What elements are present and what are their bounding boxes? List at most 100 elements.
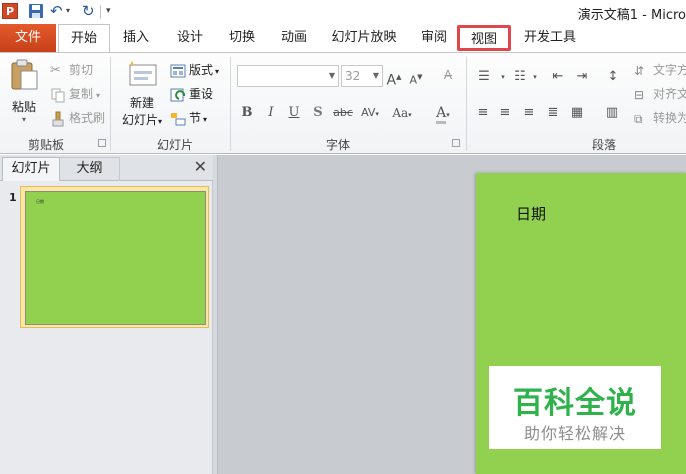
scissors-icon: ✂ — [50, 62, 61, 78]
group-separator — [466, 57, 467, 151]
columns-icon[interactable]: ▥ — [600, 103, 624, 123]
tab-view[interactable]: 视图 — [457, 25, 511, 51]
close-pane-icon[interactable]: ✕ — [194, 157, 207, 176]
tab-insert[interactable]: 插入 — [114, 24, 158, 52]
shrink-font-button[interactable]: A▼ — [408, 67, 424, 87]
watermark-subtitle: 助你轻松解决 — [523, 424, 626, 443]
text-shadow-button[interactable]: S — [311, 103, 325, 123]
bullets-dropdown-icon[interactable]: ▾ — [498, 67, 508, 87]
layout-icon — [170, 63, 186, 79]
font-color-button[interactable]: A▾ — [430, 103, 456, 124]
format-painter-icon — [50, 111, 66, 127]
grow-font-button[interactable]: A▲ — [386, 67, 402, 89]
new-slide-label-1: 新建 — [129, 96, 154, 110]
new-slide-icon — [129, 61, 157, 86]
change-case-button[interactable]: Aa▾ — [389, 103, 415, 123]
layout-label: 版式 — [189, 63, 214, 77]
reset-button[interactable]: 重设 — [170, 84, 213, 104]
clipboard-launcher-icon[interactable] — [98, 139, 106, 147]
tab-review[interactable]: 审阅 — [412, 24, 456, 52]
layout-button[interactable]: 版式 ▾ — [170, 60, 219, 80]
redo-icon[interactable]: ↻ — [82, 3, 98, 19]
new-slide-button[interactable]: 新建 幻灯片▾ — [118, 59, 166, 131]
section-button[interactable]: 节 ▾ — [170, 108, 207, 128]
undo-icon[interactable]: ↶ — [50, 3, 66, 19]
tab-transitions[interactable]: 切换 — [220, 24, 264, 52]
tab-outline[interactable]: 大纲 — [60, 157, 120, 181]
undo-dropdown-icon[interactable]: ▾ — [66, 3, 74, 19]
format-painter-label: 格式刷 — [69, 111, 106, 125]
tab-animations[interactable]: 动画 — [272, 24, 316, 52]
align-text-button[interactable]: ⊟ 对齐文 — [634, 84, 686, 104]
powerpoint-logo-icon[interactable]: P — [2, 3, 18, 19]
align-left-icon[interactable]: ≡ — [474, 103, 492, 123]
copy-button[interactable]: 复制 ▾ — [50, 84, 100, 104]
font-name-dropdown-icon[interactable]: ▼ — [329, 71, 335, 80]
align-right-icon[interactable]: ≡ — [520, 103, 538, 123]
save-icon[interactable] — [28, 3, 44, 19]
reset-label: 重设 — [189, 87, 214, 101]
paragraph-group-label: 段落 — [591, 138, 616, 152]
increase-indent-icon[interactable]: ⇥ — [572, 67, 592, 87]
font-name-combobox[interactable]: ▼ — [237, 65, 339, 87]
watermark-logo: 百科全说 助你轻松解决 — [489, 366, 661, 449]
text-direction-button[interactable]: ⇵ 文字方 — [634, 60, 686, 80]
font-size-combobox[interactable]: 32 ▼ — [341, 65, 383, 87]
qat-separator — [100, 5, 101, 19]
paste-label: 粘贴 — [11, 100, 36, 114]
new-slide-label-2: 幻灯片▾ — [121, 113, 163, 127]
paste-button[interactable]: 粘贴 ▾ — [6, 59, 42, 129]
watermark-title: 百科全说 — [513, 386, 637, 421]
tab-design[interactable]: 设计 — [168, 24, 212, 52]
slide-thumbnail[interactable]: 日期 — [20, 186, 209, 328]
convert-smartart-button[interactable]: ⧉ 转换为 — [634, 108, 686, 128]
justify-icon[interactable]: ≣ — [544, 103, 562, 123]
font-size-dropdown-icon[interactable]: ▼ — [373, 71, 379, 80]
tab-developer[interactable]: 开发工具 — [518, 24, 582, 52]
decrease-indent-icon[interactable]: ⇤ — [548, 67, 568, 87]
distributed-icon[interactable]: ▦ — [568, 103, 586, 123]
text-direction-label: 文字方 — [653, 63, 686, 77]
font-launcher-icon[interactable] — [452, 139, 460, 147]
ribbon-tabs: 文件 开始 插入 设计 切换 动画 幻灯片放映 审阅 视图 开发工具 — [0, 24, 686, 53]
align-text-label: 对齐文 — [653, 87, 686, 101]
bullets-icon[interactable]: ☰ — [474, 67, 494, 87]
strikethrough-button[interactable]: abc — [331, 103, 355, 123]
customize-qat-icon[interactable]: ▾ — [106, 3, 122, 19]
tab-file[interactable]: 文件 — [0, 24, 56, 52]
italic-button[interactable]: I — [264, 103, 278, 123]
convert-label: 转换为 — [653, 111, 686, 125]
smartart-icon: ⧉ — [634, 111, 643, 126]
slides-pane: 幻灯片 大纲 ✕ 1 日期 — [0, 155, 213, 474]
tab-home[interactable]: 开始 — [58, 24, 110, 53]
group-separator — [110, 57, 111, 151]
thumbnail-text: 日期 — [36, 199, 44, 204]
clipboard-group-label: 剪贴板 — [27, 138, 64, 152]
align-center-icon[interactable]: ≡ — [496, 103, 514, 123]
align-text-icon: ⊟ — [634, 87, 645, 102]
bold-button[interactable]: B — [240, 103, 254, 123]
tab-slide-show[interactable]: 幻灯片放映 — [324, 24, 404, 52]
clear-formatting-icon[interactable]: A̶ — [438, 65, 458, 85]
format-painter-button[interactable]: 格式刷 — [50, 108, 105, 128]
window-title: 演示文稿1 - Micro — [577, 8, 686, 23]
character-spacing-button[interactable]: AV▾ — [358, 103, 382, 123]
reset-icon — [170, 87, 186, 103]
numbering-dropdown-icon[interactable]: ▾ — [530, 67, 540, 87]
cut-button[interactable]: ✂ 剪切 — [50, 60, 93, 80]
slide-text[interactable]: 日期 — [516, 203, 546, 224]
underline-button[interactable]: U — [287, 103, 301, 123]
font-size-value: 32 — [345, 69, 361, 83]
title-bar: P ↶ ▾ ↻ ▾ 演示文稿1 - Micro — [0, 0, 686, 24]
copy-label: 复制 — [69, 87, 94, 101]
line-spacing-icon[interactable]: ↕ — [602, 67, 624, 87]
pane-tabs: 幻灯片 大纲 ✕ — [0, 155, 213, 181]
text-direction-icon: ⇵ — [634, 63, 645, 78]
font-group-label: 字体 — [325, 138, 350, 152]
tab-slides[interactable]: 幻灯片 — [2, 157, 60, 181]
slide-number: 1 — [9, 191, 17, 204]
paste-dropdown-icon[interactable]: ▾ — [6, 115, 42, 124]
numbering-icon[interactable]: ☷ — [510, 67, 530, 87]
slides-group-label: 幻灯片 — [156, 138, 193, 152]
slide-thumbnail-image: 日期 — [25, 191, 206, 325]
